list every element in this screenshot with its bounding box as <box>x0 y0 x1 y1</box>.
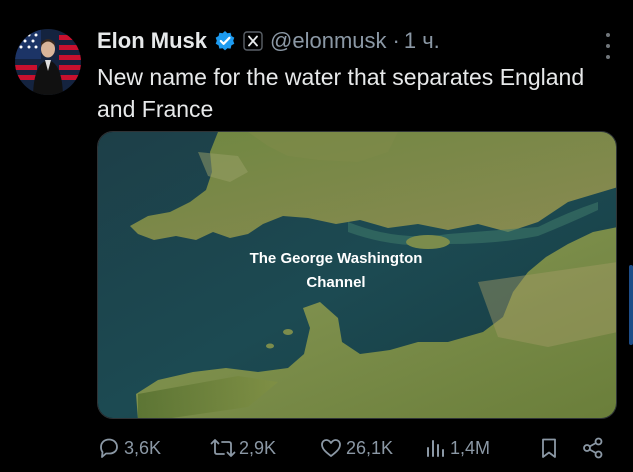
x-affiliation-icon[interactable] <box>243 31 263 51</box>
views-count: 1,4M <box>450 437 491 458</box>
tweet-time[interactable]: 1 ч. <box>404 28 440 54</box>
channel-island <box>283 329 293 335</box>
more-dot <box>606 44 610 48</box>
action-bar: 3,6K 2,9K 26,1K 1,4M <box>97 433 617 463</box>
scrollbar[interactable] <box>629 265 633 345</box>
views-button[interactable]: 1,4M <box>425 433 490 463</box>
more-dot <box>606 33 610 37</box>
bookmark-button[interactable] <box>539 433 562 463</box>
views-icon <box>427 440 444 457</box>
image-caption-line1: The George Washington <box>250 250 423 267</box>
like-icon <box>321 439 341 457</box>
more-dot <box>606 55 610 59</box>
avatar[interactable] <box>15 29 81 95</box>
reply-button[interactable]: 3,6K <box>97 433 161 463</box>
repost-button[interactable]: 2,9K <box>210 433 276 463</box>
tweet-image[interactable]: The George Washington Channel <box>97 131 617 419</box>
bookmark-icon <box>542 438 556 458</box>
isle-of-wight <box>406 235 450 249</box>
share-icon <box>583 437 603 459</box>
separator-dot: · <box>392 28 400 53</box>
share-button[interactable] <box>581 433 608 463</box>
image-caption-line2: Channel <box>306 274 365 291</box>
channel-island <box>266 343 274 349</box>
like-button[interactable]: 26,1K <box>319 433 393 463</box>
reply-count: 3,6K <box>124 437 162 458</box>
reply-icon <box>100 438 118 458</box>
tweet-header: Elon Musk @elonmusk · 1 ч. <box>97 26 583 56</box>
verified-badge-icon[interactable] <box>214 30 236 52</box>
repost-icon <box>210 439 236 457</box>
tweet-text: New name for the water that separates En… <box>97 64 585 122</box>
author-name[interactable]: Elon Musk <box>97 28 207 54</box>
more-icon[interactable] <box>601 33 615 59</box>
like-count: 26,1K <box>346 437 394 458</box>
repost-count: 2,9K <box>239 437 277 458</box>
author-handle[interactable]: @elonmusk <box>270 28 387 54</box>
